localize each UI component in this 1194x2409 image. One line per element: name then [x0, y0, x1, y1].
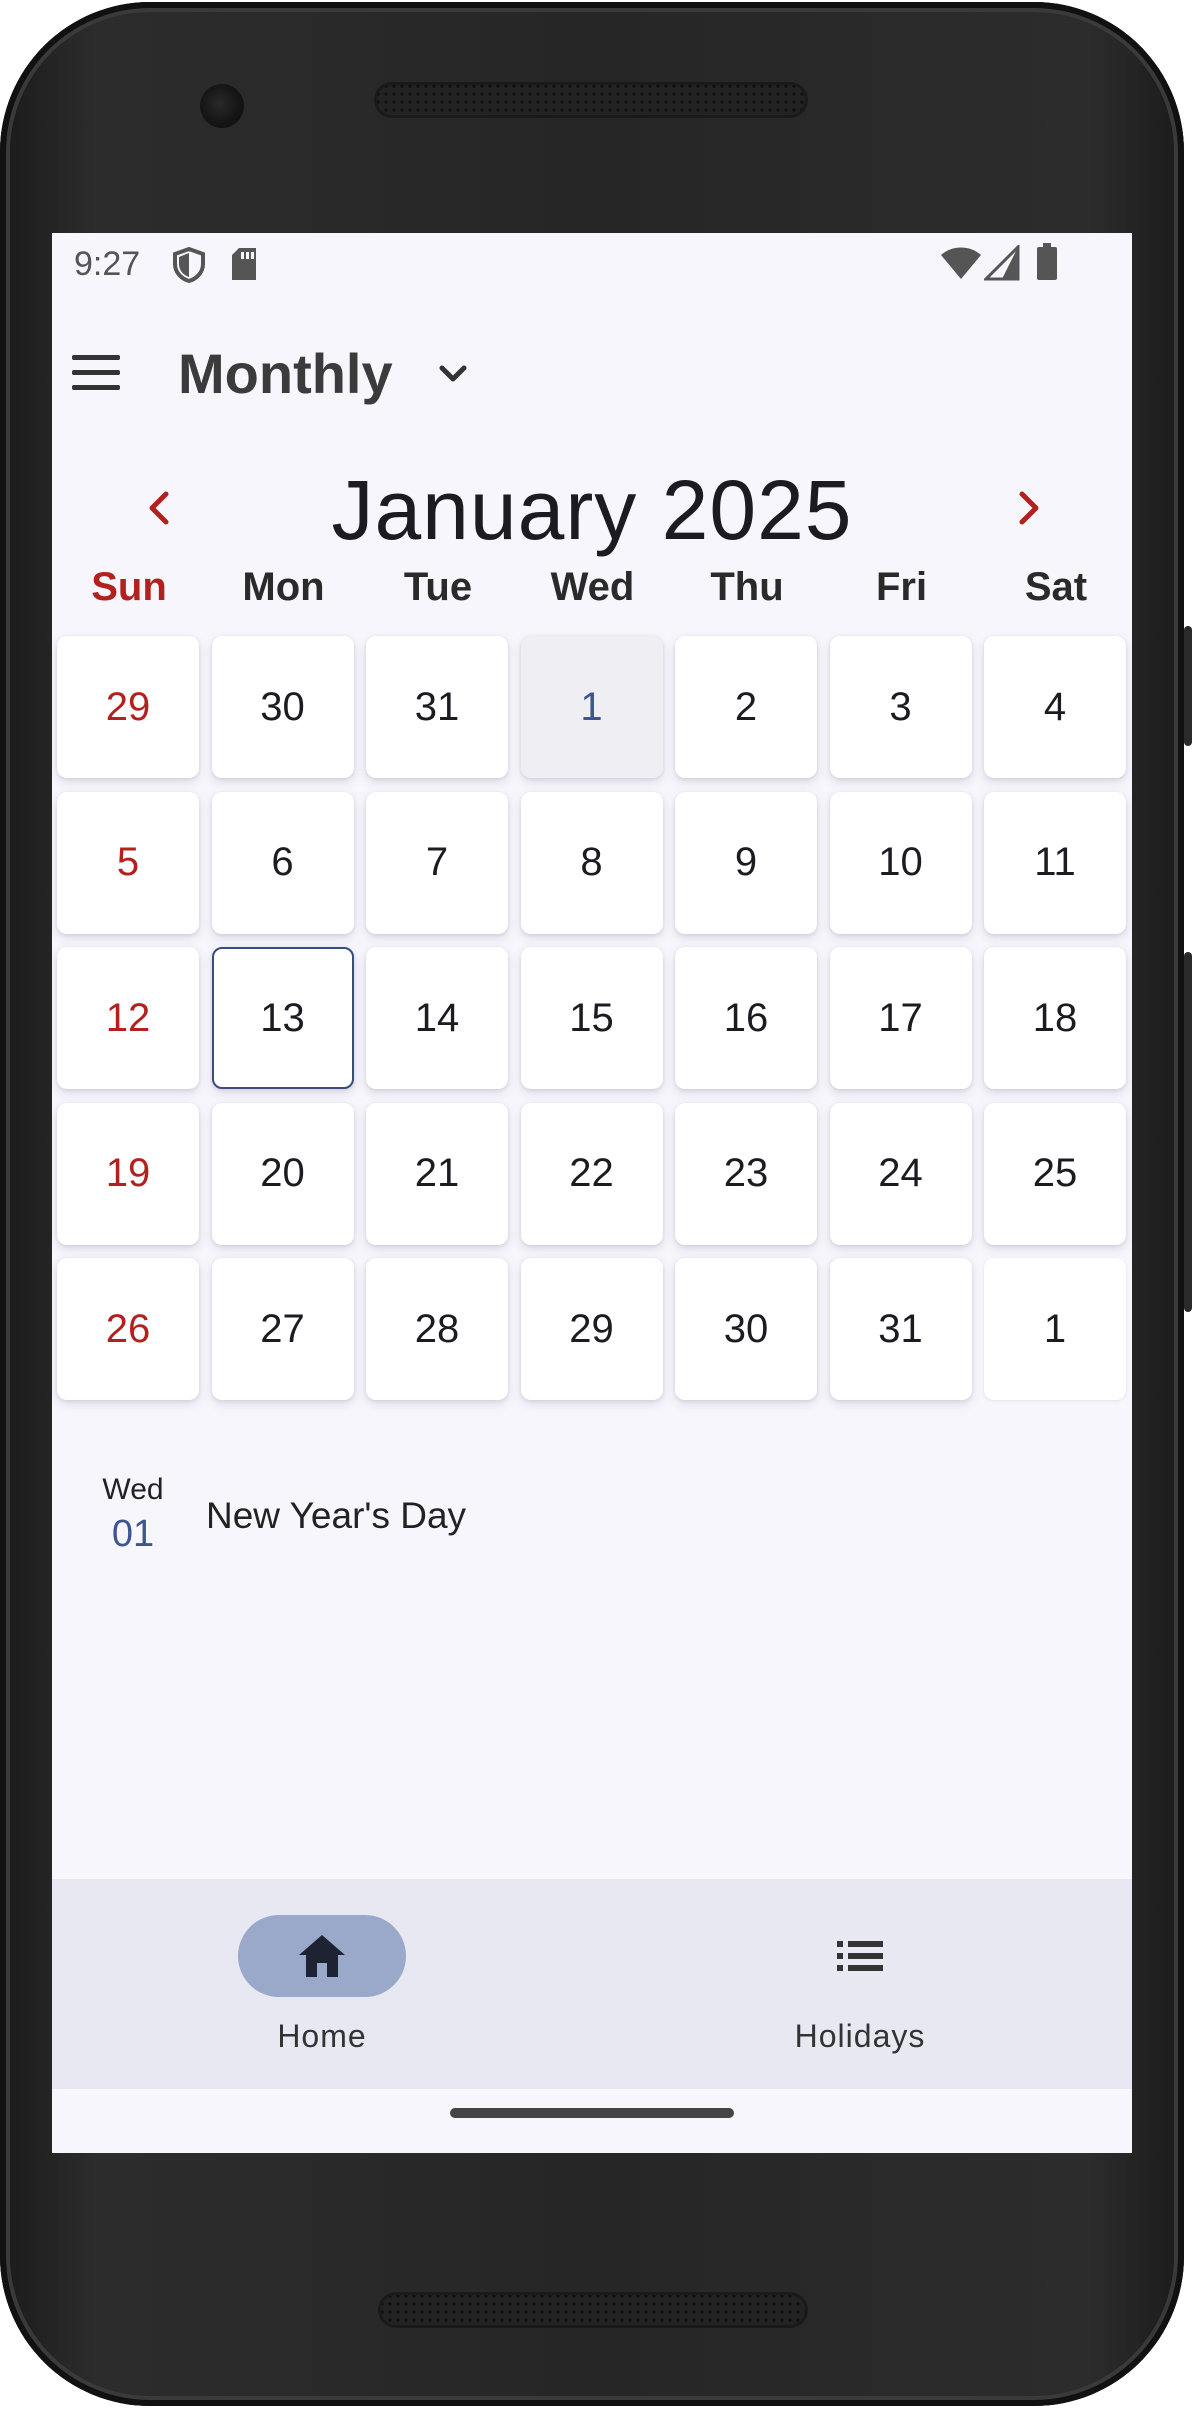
calendar-day-cell[interactable]: 19 [57, 1102, 199, 1245]
weekday-sat: Sat [1024, 565, 1088, 609]
calendar-day-cell[interactable]: 3 [829, 636, 972, 778]
calendar-day-cell[interactable]: 6 [211, 791, 354, 934]
nav-label-holidays: Holidays [794, 2018, 926, 2054]
calendar-day-cell[interactable]: 10 [829, 791, 972, 934]
signal-icon [984, 245, 1020, 281]
home-icon [299, 1935, 345, 1977]
calendar-day-cell[interactable]: 18 [984, 947, 1126, 1089]
calendar-day-cell[interactable]: 1 [520, 636, 663, 778]
calendar-day-cell[interactable]: 2 [675, 636, 817, 778]
calendar-day-cell[interactable]: 29 [520, 1258, 663, 1400]
front-camera [200, 84, 244, 128]
nav-item-holidays[interactable]: Holidays [694, 1915, 1026, 2065]
shield-icon [173, 247, 205, 283]
holiday-weekday: Wed [102, 1473, 164, 1506]
weekday-wed: Wed [550, 565, 635, 609]
view-mode-title: Monthly [178, 341, 393, 405]
power-button [1184, 952, 1192, 1312]
chevron-right-icon[interactable] [1000, 480, 1056, 536]
calendar-day-cell[interactable]: 31 [829, 1258, 972, 1400]
gesture-handle[interactable] [450, 2108, 734, 2118]
calendar-day-cell[interactable]: 28 [366, 1258, 508, 1400]
holiday-day: 01 [111, 1513, 155, 1555]
gesture-area [52, 2089, 1132, 2153]
status-time: 9:27 [74, 245, 141, 283]
top-speaker [374, 82, 808, 118]
calendar-day-cell[interactable]: 23 [675, 1102, 817, 1245]
weekday-fri: Fri [875, 565, 928, 609]
calendar-day-cell[interactable]: 14 [366, 947, 508, 1089]
view-mode-dropdown[interactable]: Monthly [178, 337, 473, 409]
calendar-day-cell[interactable]: 8 [520, 791, 663, 934]
calendar-day-cell[interactable]: 7 [366, 791, 508, 934]
month-label: January 2025 [331, 463, 853, 557]
weekday-mon: Mon [242, 565, 325, 609]
month-header: January 2025 [52, 458, 1132, 558]
wifi-icon [941, 247, 981, 279]
calendar-day-cell[interactable]: 4 [984, 636, 1126, 778]
volume-button [1184, 626, 1192, 746]
calendar-day-cell[interactable]: 29 [57, 636, 199, 778]
weekday-tue: Tue [403, 565, 473, 609]
calendar-day-cell[interactable]: 22 [520, 1102, 663, 1245]
calendar-day-cell[interactable]: 17 [829, 947, 972, 1089]
calendar-day-cell[interactable]: 16 [675, 947, 817, 1089]
nav-label-home: Home [277, 2018, 367, 2054]
calendar-day-cell[interactable]: 24 [829, 1102, 972, 1245]
calendar-day-cell[interactable]: 12 [57, 947, 199, 1089]
calendar-day-cell[interactable]: 26 [57, 1258, 199, 1400]
weekday-header: Sun Mon Tue Wed Thu Fri Sat [57, 565, 1127, 625]
battery-icon [1037, 243, 1057, 280]
top-app-bar: Monthly [52, 297, 1132, 447]
weekday-sun: Sun [91, 565, 167, 609]
calendar-day-cell[interactable]: 25 [984, 1102, 1126, 1245]
calendar-day-cell[interactable]: 13 [211, 947, 354, 1089]
calendar-day-cell[interactable]: 30 [675, 1258, 817, 1400]
status-bar: 9:27 [52, 233, 1132, 297]
calendar-day-cell[interactable]: 5 [57, 791, 199, 934]
bottom-navigation: Home Holidays [52, 1879, 1132, 2089]
app-screen: 9:27 Monthly January 2025 Sun Mon Tue We… [52, 233, 1132, 2153]
bottom-speaker [378, 2292, 808, 2328]
list-icon [837, 1941, 883, 1971]
weekday-thu: Thu [710, 565, 784, 609]
calendar-day-cell[interactable]: 31 [366, 636, 508, 778]
menu-icon[interactable] [72, 355, 120, 391]
holiday-name: New Year's Day [206, 1495, 467, 1536]
chevron-down-icon [439, 365, 467, 382]
nav-item-home[interactable]: Home [156, 1915, 488, 2065]
calendar-day-cell[interactable]: 30 [211, 636, 354, 778]
sd-card-icon [232, 248, 256, 280]
calendar-day-cell[interactable]: 11 [984, 791, 1126, 934]
calendar-day-cell[interactable]: 1 [984, 1258, 1126, 1400]
calendar-day-cell[interactable]: 21 [366, 1102, 508, 1245]
holiday-list-item[interactable]: Wed 01 New Year's Day [52, 1473, 1132, 1573]
calendar-day-cell[interactable]: 15 [520, 947, 663, 1089]
calendar-day-cell[interactable]: 9 [675, 791, 817, 934]
calendar-day-cell[interactable]: 20 [211, 1102, 354, 1245]
calendar-day-cell[interactable]: 27 [211, 1258, 354, 1400]
